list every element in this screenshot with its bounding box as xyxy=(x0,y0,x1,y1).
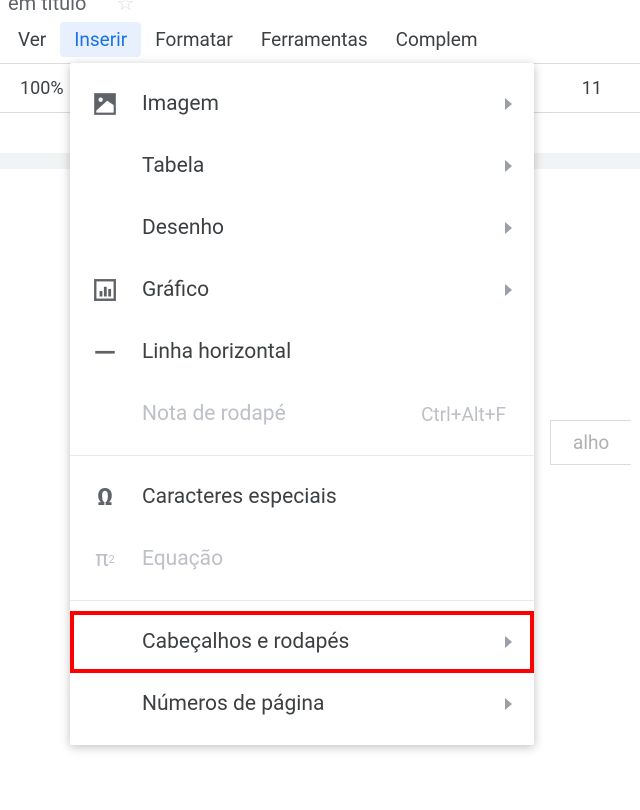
chevron-right-icon xyxy=(505,160,512,172)
menu-item-label: Números de página xyxy=(142,692,495,716)
font-size[interactable]: 11 xyxy=(550,78,634,99)
header-footer-icon xyxy=(92,629,118,655)
menubar: Ver Inserir Formatar Ferramentas Complem xyxy=(0,15,640,63)
menu-separator xyxy=(70,600,534,601)
menu-item-label: Tabela xyxy=(142,154,495,178)
chevron-right-icon xyxy=(505,636,512,648)
menu-item-grafico[interactable]: Gráfico xyxy=(70,259,534,321)
page-numbers-icon xyxy=(92,691,118,717)
menu-item-label: Cabeçalhos e rodapés xyxy=(142,630,495,654)
chevron-right-icon xyxy=(505,222,512,234)
pi-icon: π2 xyxy=(92,546,118,572)
menu-inserir[interactable]: Inserir xyxy=(60,22,141,57)
star-icon[interactable]: ☆ xyxy=(116,0,134,15)
insert-dropdown: Imagem Tabela Desenho Gráfico Linha hori… xyxy=(70,63,534,745)
menu-complementos[interactable]: Complem xyxy=(382,22,492,57)
menu-item-label: Gráfico xyxy=(142,278,495,302)
menu-ver[interactable]: Ver xyxy=(4,22,60,57)
menu-separator xyxy=(70,455,534,456)
menu-item-label: Caracteres especiais xyxy=(142,485,512,509)
page-header-hint[interactable]: alho xyxy=(550,420,631,465)
chevron-right-icon xyxy=(505,284,512,296)
menu-item-label: Linha horizontal xyxy=(142,340,512,364)
doc-title-fragment[interactable]: em título xyxy=(8,0,86,15)
menu-item-label: Nota de rodapé xyxy=(142,402,421,426)
menu-ferramentas[interactable]: Ferramentas xyxy=(247,22,382,57)
menu-item-caracteres-especiais[interactable]: Ω Caracteres especiais xyxy=(70,466,534,528)
footnote-icon xyxy=(92,401,118,427)
menu-item-label: Equação xyxy=(142,547,512,571)
hr-icon xyxy=(92,339,118,365)
omega-icon: Ω xyxy=(92,484,118,510)
menu-formatar[interactable]: Formatar xyxy=(141,22,247,57)
menu-item-imagem[interactable]: Imagem xyxy=(70,73,534,135)
menu-item-tabela[interactable]: Tabela xyxy=(70,135,534,197)
drawing-icon xyxy=(92,215,118,241)
chevron-right-icon xyxy=(505,98,512,110)
image-icon xyxy=(92,91,118,117)
menu-item-label: Imagem xyxy=(142,92,495,116)
zoom-level[interactable]: 100% xyxy=(6,78,78,99)
chart-icon xyxy=(92,277,118,303)
chevron-right-icon xyxy=(505,698,512,710)
menu-item-equacao: π2 Equação xyxy=(70,528,534,590)
menu-item-label: Desenho xyxy=(142,216,495,240)
table-icon xyxy=(92,153,118,179)
menu-item-nota-rodape: Nota de rodapé Ctrl+Alt+F xyxy=(70,383,534,445)
menu-item-shortcut: Ctrl+Alt+F xyxy=(421,403,506,426)
menu-item-numeros-pagina[interactable]: Números de página xyxy=(70,673,534,735)
menu-item-cabecalhos-rodapes[interactable]: Cabeçalhos e rodapés xyxy=(70,611,534,673)
menu-item-linha-horizontal[interactable]: Linha horizontal xyxy=(70,321,534,383)
menu-item-desenho[interactable]: Desenho xyxy=(70,197,534,259)
